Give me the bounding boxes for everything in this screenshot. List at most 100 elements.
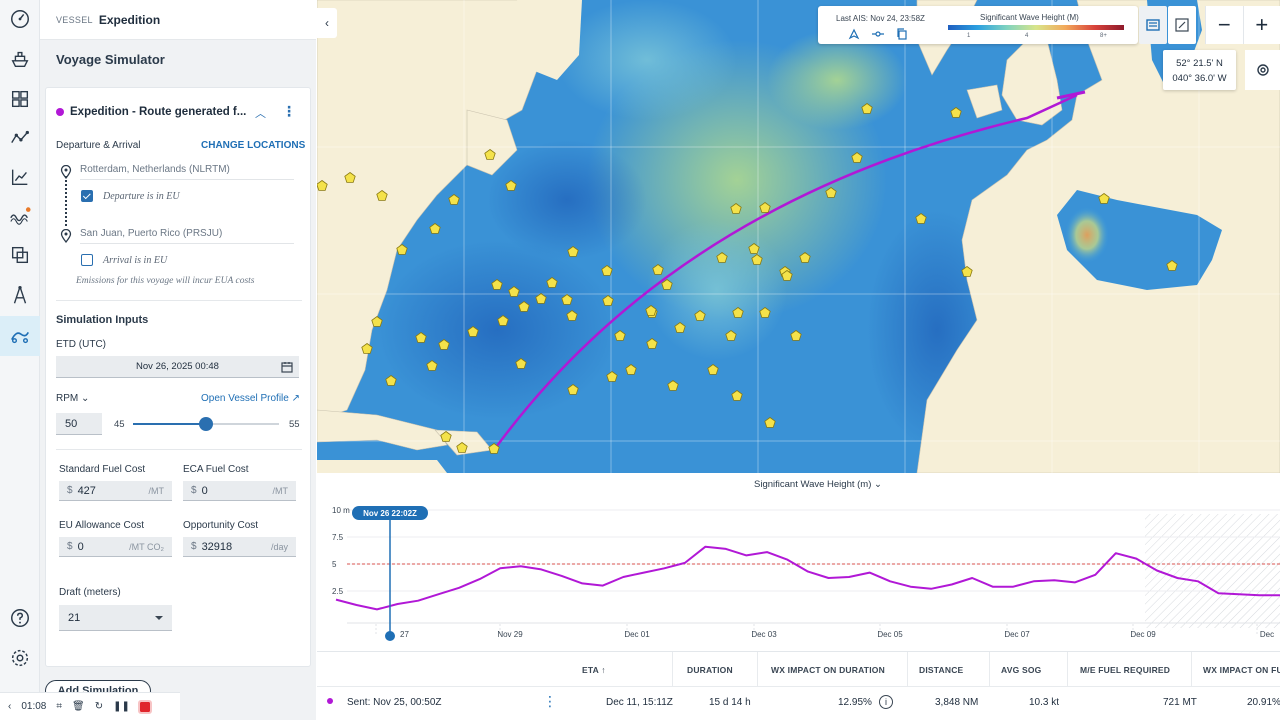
edit-layer-toggle[interactable] — [1168, 6, 1196, 44]
last-ais-label: Last AIS: Nov 24, 23:58Z — [836, 14, 925, 23]
time-cursor-handle[interactable] — [385, 631, 395, 641]
currency-symbol: $ — [191, 541, 197, 552]
replay-icon[interactable]: ↻ — [95, 701, 103, 712]
rpm-dropdown[interactable]: RPM ⌄ — [56, 393, 89, 404]
route-nodes-icon[interactable] — [0, 119, 40, 157]
rpm-input[interactable]: 50 — [56, 413, 102, 435]
row-distance: 3,848 NM — [935, 697, 979, 708]
arrival-location[interactable]: San Juan, Puerto Rico (PRSJU) — [60, 228, 300, 244]
arrival-eu-checkbox[interactable]: Arrival is in EU — [81, 254, 167, 266]
unit-label: /MT — [272, 485, 289, 496]
voyage-simulator-panel: VESSEL Expedition Voyage Simulator Exped… — [40, 0, 316, 720]
location-pin-icon — [60, 229, 72, 243]
vessel-arrow-icon[interactable] — [848, 28, 860, 40]
zoom-in-button[interactable]: + — [1242, 6, 1280, 44]
gauge-logo-icon[interactable] — [0, 0, 40, 38]
standard-fuel-input[interactable]: $ 427 /MT — [59, 481, 172, 501]
voyage-simulator-icon[interactable] — [0, 316, 40, 356]
column-header-eta[interactable]: ETA ↑ — [582, 665, 606, 675]
high-wave-zone — [1065, 207, 1109, 263]
grid-icon[interactable]: ⌗ — [56, 701, 62, 712]
column-divider — [907, 652, 908, 686]
route-track-icon[interactable] — [872, 28, 884, 40]
chevron-left-icon[interactable]: ‹ — [8, 701, 11, 712]
column-header-fuel[interactable]: M/E FUEL REQUIRED — [1080, 665, 1170, 675]
more-vertical-icon[interactable]: ⋮ — [543, 693, 557, 710]
column-header-wx-fuel[interactable]: WX IMPACT ON FUE — [1203, 665, 1280, 675]
column-header-distance[interactable]: DISTANCE — [919, 665, 963, 675]
column-header-wx-duration[interactable]: WX IMPACT ON DURATION — [771, 665, 885, 675]
change-locations-link[interactable]: CHANGE LOCATIONS — [201, 140, 305, 151]
more-vertical-icon[interactable]: ⋮ — [282, 103, 296, 120]
rpm-slider-handle[interactable] — [199, 417, 213, 431]
weather-layer-toggle[interactable] — [1139, 6, 1167, 44]
route-name: Expedition - Route generated f... — [70, 106, 247, 118]
draft-select[interactable]: 21 — [59, 605, 172, 631]
checkbox-checked-icon[interactable] — [81, 190, 93, 202]
departure-arrival-label: Departure & Arrival — [56, 140, 141, 151]
departure-location[interactable]: Rotterdam, Netherlands (NLRTM) — [60, 164, 300, 180]
route-connector — [65, 176, 67, 226]
column-divider — [1191, 652, 1192, 686]
vessel-name[interactable]: Expedition — [99, 13, 160, 27]
copy-icon[interactable] — [896, 28, 908, 40]
recenter-button[interactable] — [1245, 50, 1280, 90]
forecast-hatch — [1145, 514, 1280, 628]
info-icon[interactable]: i — [879, 695, 893, 709]
calendar-icon[interactable] — [281, 361, 293, 373]
column-header-avg-sog[interactable]: AVG SOG — [1001, 665, 1041, 675]
rpm-label: RPM — [56, 393, 79, 404]
route-header[interactable]: Expedition - Route generated f... ︿ ⋮ — [56, 103, 302, 121]
open-vessel-profile-link[interactable]: Open Vessel Profile ↗ — [201, 393, 300, 404]
route-card: Expedition - Route generated f... ︿ ⋮ De… — [45, 87, 311, 667]
opportunity-cost-value: 32918 — [201, 540, 233, 553]
page-title: Voyage Simulator — [56, 52, 165, 67]
help-icon[interactable] — [0, 599, 40, 637]
departure-eu-checkbox[interactable]: Departure is in EU — [81, 190, 180, 202]
checkbox-empty-icon[interactable] — [81, 254, 93, 266]
wave-height-series[interactable] — [335, 545, 1280, 611]
weather-map[interactable]: ‹ Last AIS: Nov 24, 23:58Z Significant W… — [317, 0, 1280, 473]
x-tick-label: Nov 29 — [497, 630, 523, 639]
vessel-profile-text: Open Vessel Profile — [201, 393, 289, 404]
row-duration: 15 d 14 h — [709, 697, 751, 708]
etd-input[interactable]: Nov 26, 2025 00:48 — [56, 356, 299, 378]
ship-icon[interactable] — [0, 40, 40, 78]
map-legend: Last AIS: Nov 24, 23:58Z Significant Wav… — [818, 6, 1138, 44]
pencil-square-icon — [1175, 18, 1189, 32]
line-chart-icon[interactable] — [0, 158, 40, 196]
rpm-slider[interactable] — [133, 417, 279, 431]
caret-down-icon — [155, 616, 163, 620]
zoom-out-button[interactable]: − — [1205, 6, 1243, 44]
chart-canvas: 10 m 7.5 5 2.5 27 Nov 29 Dec 01 Dec 03 Dec 05 Dec… — [332, 506, 1280, 641]
eca-fuel-input[interactable]: $ 0 /MT — [183, 481, 296, 501]
standard-fuel-label: Standard Fuel Cost — [59, 464, 146, 475]
compass-tool-icon[interactable] — [0, 276, 40, 314]
time-cursor-label: Nov 26 22:02Z — [363, 509, 417, 518]
row-wx-fuel: 20.91% — [1247, 697, 1280, 708]
trash-icon[interactable]: 🗑 — [72, 701, 85, 712]
y-tick-label: 10 m — [332, 506, 350, 515]
vessel-label: VESSEL — [56, 14, 93, 25]
opportunity-cost-input[interactable]: $ 32918 /day — [183, 537, 296, 557]
vessel-header: VESSEL Expedition — [40, 0, 316, 40]
icon-rail — [0, 0, 40, 720]
pause-icon[interactable]: ❚❚ — [113, 701, 130, 712]
row-fuel: 721 MT — [1163, 697, 1197, 708]
settings-gear-icon[interactable] — [0, 639, 40, 677]
eu-allowance-input[interactable]: $ 0 /MT CO₂ — [59, 537, 172, 557]
chevron-up-icon[interactable]: ︿ — [255, 105, 266, 121]
collapse-panel-button[interactable]: ‹ — [317, 8, 337, 38]
stop-record-icon[interactable] — [137, 699, 152, 714]
layers-icon[interactable] — [0, 236, 40, 274]
x-tick-label: Dec — [1260, 630, 1274, 639]
dashboard-icon[interactable] — [0, 80, 40, 118]
column-header-duration[interactable]: DURATION — [687, 665, 733, 675]
unit-label: /MT — [148, 485, 165, 496]
wave-field — [767, 30, 907, 130]
etd-label: ETD (UTC) — [56, 339, 106, 350]
wave-height-legend-title: Significant Wave Height (M) — [980, 13, 1079, 22]
wave-field — [557, 0, 737, 120]
wave-height-chart[interactable]: Significant Wave Height (m) ⌄ 10 m 7.5 5 2.… — [317, 473, 1280, 651]
wave-alert-icon[interactable] — [0, 197, 40, 235]
